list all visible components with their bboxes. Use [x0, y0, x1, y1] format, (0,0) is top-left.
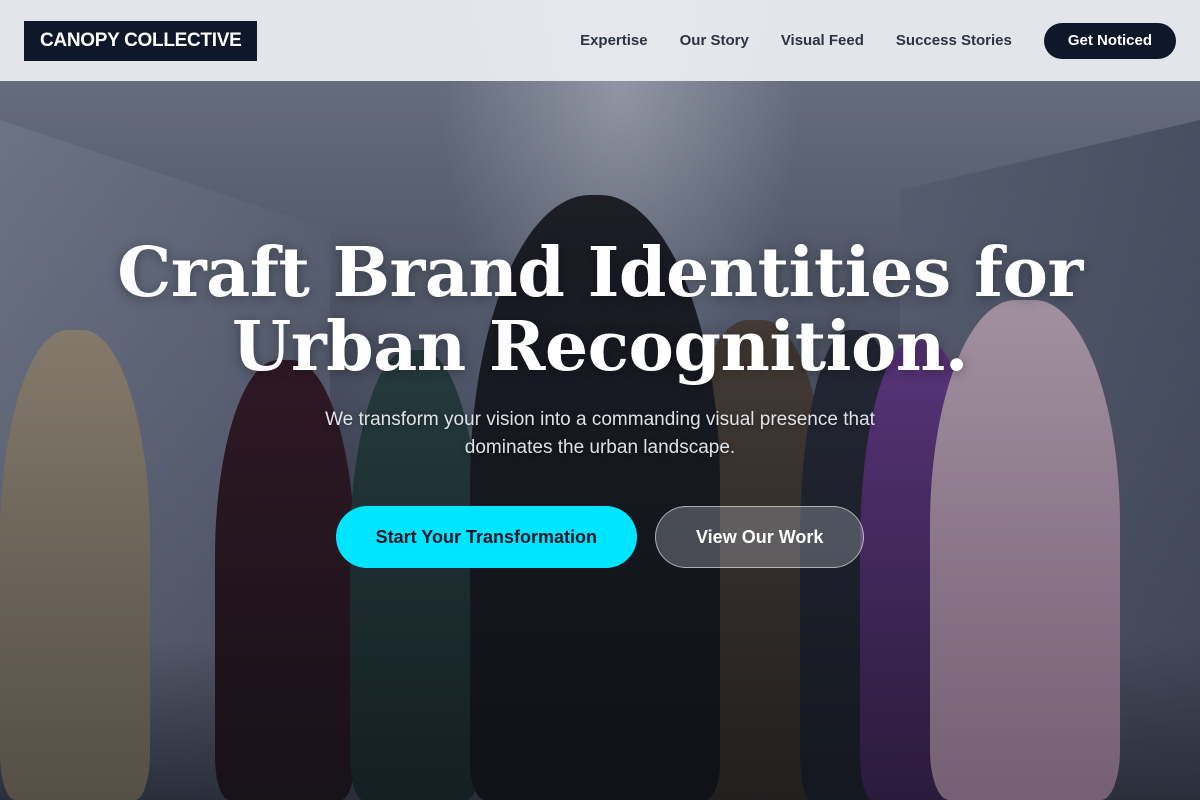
nav-link-our-story[interactable]: Our Story	[680, 32, 749, 49]
top-navbar: CANOPY COLLECTIVE Expertise Our Story Vi…	[0, 0, 1200, 81]
landing-page: CANOPY COLLECTIVE Expertise Our Story Vi…	[0, 0, 1200, 800]
hero-title: Craft Brand Identities for Urban Recogni…	[117, 236, 1083, 384]
get-noticed-button[interactable]: Get Noticed	[1043, 22, 1176, 59]
nav-link-expertise[interactable]: Expertise	[580, 32, 648, 49]
brand-logo[interactable]: CANOPY COLLECTIVE	[24, 20, 258, 61]
hero-title-line-2: Urban Recognition.	[232, 307, 968, 387]
nav-right: Expertise Our Story Visual Feed Success …	[580, 22, 1176, 59]
hero-subtitle: We transform your vision into a commandi…	[325, 409, 875, 458]
hero-title-line-1: Craft Brand Identities for	[117, 233, 1083, 313]
nav-links: Expertise Our Story Visual Feed Success …	[580, 32, 1012, 49]
hero-section: Craft Brand Identities for Urban Recogni…	[0, 236, 1200, 568]
nav-link-visual-feed[interactable]: Visual Feed	[781, 32, 864, 49]
view-our-work-button[interactable]: View Our Work	[655, 506, 865, 568]
nav-link-success-stories[interactable]: Success Stories	[896, 32, 1012, 49]
hero-actions: Start Your Transformation View Our Work	[335, 506, 865, 568]
start-transformation-button[interactable]: Start Your Transformation	[335, 506, 637, 568]
